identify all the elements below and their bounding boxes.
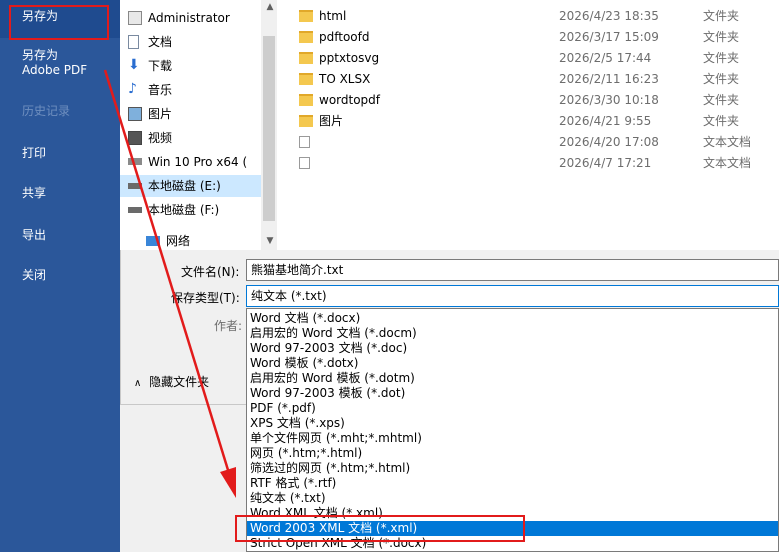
annotation-arrow-head (220, 467, 236, 498)
annotation-arrow (103, 69, 236, 498)
annotation-arrow-line (103, 69, 230, 471)
